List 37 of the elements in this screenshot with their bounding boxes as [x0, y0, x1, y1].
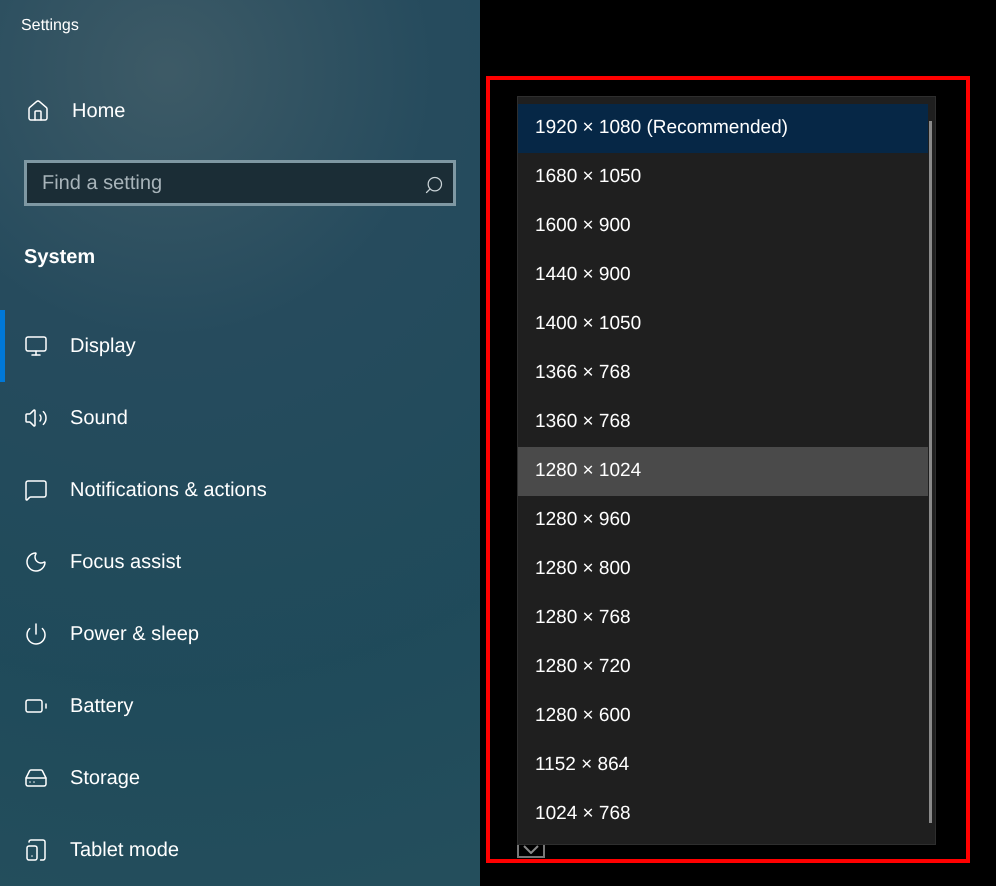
window-title: Settings [21, 16, 79, 36]
nav-item[interactable]: Power & sleep [0, 598, 480, 670]
nav-item[interactable]: Storage [0, 742, 480, 814]
resolution-option[interactable]: 1920 × 1080 (Recommended) [518, 104, 928, 153]
resolution-option[interactable]: 1680 × 1050 [518, 153, 928, 202]
nav-item[interactable]: Sound [0, 382, 480, 454]
nav-item[interactable]: Display [0, 310, 480, 382]
resolution-option[interactable]: 1280 × 720 [518, 643, 928, 692]
resolution-option[interactable]: 1440 × 900 [518, 251, 928, 300]
speech-bubble-icon [24, 478, 48, 502]
monitor-icon [24, 334, 48, 358]
search-field[interactable]: Find a setting [24, 160, 456, 206]
tablet-icon [24, 838, 48, 862]
resolution-option[interactable]: 1280 × 800 [518, 545, 928, 594]
resolution-option[interactable]: 1360 × 768 [518, 398, 928, 447]
check-icon [523, 845, 539, 854]
nav-item[interactable]: Notifications & actions [0, 454, 480, 526]
nav-item[interactable]: Tablet mode [0, 814, 480, 886]
resolution-option[interactable]: 1280 × 1024 [518, 447, 928, 496]
nav-item[interactable]: Battery [0, 670, 480, 742]
home-link[interactable]: Home [26, 96, 126, 126]
resolution-option[interactable]: 1280 × 600 [518, 692, 928, 741]
resolution-option[interactable]: 1280 × 768 [518, 594, 928, 643]
resolution-option[interactable]: 1024 × 768 [518, 790, 928, 839]
resolution-option[interactable]: 1280 × 960 [518, 496, 928, 545]
resolution-option[interactable]: 1366 × 768 [518, 349, 928, 398]
scrollbar[interactable] [929, 121, 932, 823]
resolution-option[interactable]: 1400 × 1050 [518, 300, 928, 349]
moon-icon [24, 550, 48, 574]
search-icon [424, 175, 444, 195]
speaker-icon [24, 406, 48, 430]
home-icon [26, 99, 50, 123]
section-heading: System [24, 245, 96, 270]
nav-item[interactable]: Focus assist [0, 526, 480, 598]
resolution-option[interactable]: 1152 × 864 [518, 741, 928, 790]
resolution-option[interactable]: 1600 × 900 [518, 202, 928, 251]
power-icon [24, 622, 48, 646]
